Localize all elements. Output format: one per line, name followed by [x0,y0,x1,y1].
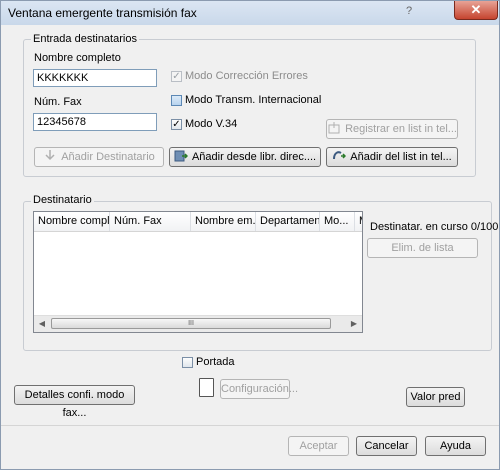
scroll-right-arrow-icon[interactable]: ▶ [346,316,362,332]
add-destination-button[interactable]: Añadir Destinatario [34,147,164,167]
add-from-list-button[interactable]: Añadir del list in tel... [326,147,458,167]
destination-count: Destinatar. en curso 0/100 [370,221,499,233]
accept-button[interactable]: Aceptar [288,436,349,456]
register-list-label: Registrar en list in tel... [345,123,457,135]
register-icon [327,122,341,134]
default-values-button[interactable]: Valor pred [406,387,465,407]
entry-group-label: Entrada destinatarios [31,33,139,45]
cover-label: Portada [196,356,235,368]
destination-group-label: Destinatario [31,194,94,206]
name-field[interactable] [33,69,157,87]
destination-table[interactable]: Nombre compl... Núm. Fax Nombre em... De… [33,211,363,333]
column-header[interactable]: Nombre em... [191,212,256,231]
help-icon[interactable]: ? [406,5,412,17]
v34-checkbox[interactable]: ✓ [171,119,182,130]
column-header[interactable]: Nombre compl... [34,212,110,231]
close-button[interactable]: ✕ [454,1,498,20]
register-list-button[interactable]: Registrar en list in tel... [326,119,458,139]
cover-checkbox[interactable] [182,357,193,368]
fax-label: Núm. Fax [34,96,82,108]
table-header: Nombre compl... Núm. Fax Nombre em... De… [34,212,362,232]
name-label: Nombre completo [34,52,121,64]
title-bar: Ventana emergente transmisión fax ? ✕ [1,1,499,25]
help-button[interactable]: Ayuda [425,436,486,456]
scroll-thumb[interactable]: III [51,318,331,329]
horizontal-scrollbar[interactable]: ◀ III ▶ [34,315,362,332]
phone-list-icon [332,150,347,162]
column-header[interactable]: Departamento [256,212,320,231]
intl-label: Modo Transm. Internacional [185,94,322,106]
scroll-left-arrow-icon[interactable]: ◀ [34,316,50,332]
arrow-down-icon [43,150,57,162]
footer-separator [1,425,499,426]
ecm-label: Modo Corrección Errores [185,70,308,82]
column-header[interactable]: Núm. Fax [110,212,191,231]
fax-popup-window: Ventana emergente transmisión fax ? ✕ En… [0,0,500,470]
column-header[interactable]: Mo... [320,212,355,231]
fax-mode-details-button[interactable]: Detalles confi. modo fax... [14,385,135,419]
add-from-list-label: Añadir del list in tel... [350,151,452,163]
add-from-book-label: Añadir desde libr. direc.... [191,151,317,163]
cancel-button[interactable]: Cancelar [356,436,417,456]
add-destination-label: Añadir Destinatario [61,151,155,163]
column-header[interactable]: M [355,212,362,231]
delete-from-list-button[interactable]: Elim. de lista [367,238,478,258]
cover-page-icon [199,378,214,397]
add-from-book-button[interactable]: Añadir desde libr. direc.... [169,147,321,167]
configuration-button[interactable]: Configuración... [220,379,298,399]
window-title: Ventana emergente transmisión fax [8,6,197,20]
v34-label: Modo V.34 [185,118,238,130]
ecm-checkbox[interactable]: ✓ [171,71,182,82]
intl-checkbox[interactable] [171,95,182,106]
address-book-icon [174,150,188,162]
fax-field[interactable] [33,113,157,131]
